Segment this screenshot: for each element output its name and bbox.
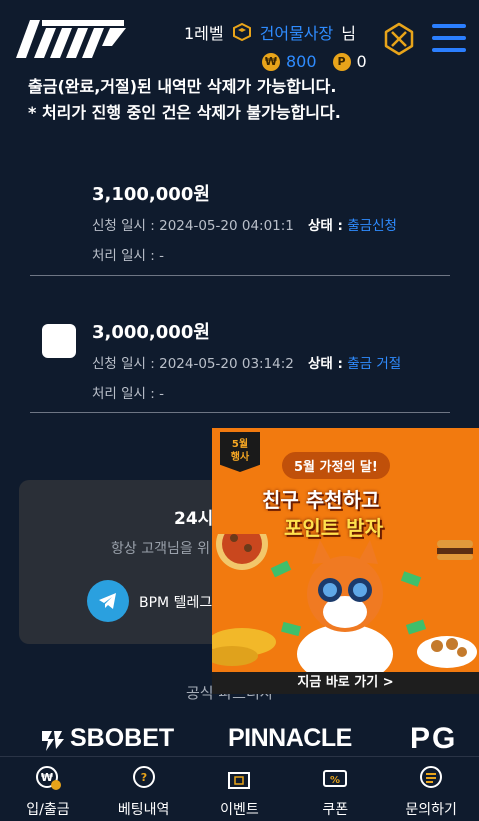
entry-amount: 3,000,000원 [92,322,210,343]
support-subtitle: 항상 고객님을 위 [111,541,211,557]
entry-status: 상태 : 출금 거절 [308,352,401,372]
svg-text:₩: ₩ [41,771,53,784]
status-value: 출금 거절 [347,356,402,372]
promo-cta-button[interactable]: 지금 바로 가기 > [212,672,479,694]
nav-bet-history[interactable]: ? 베팅내역 [96,757,192,821]
promo-headline-1: 친구 추천하고 [262,488,380,512]
withdrawal-entry: 3,100,000원 신청 일시 : 2024-05-20 04:01:1 상태… [30,168,450,278]
status-label: 상태 : [308,218,343,234]
status-value: 출금신청 [347,218,397,234]
nav-event[interactable]: 이벤트 [192,757,288,821]
money-coin-icon: ₩ [262,52,280,71]
notice-line-2: * 처리가 진행 중인 건은 삭제가 불가능합니다. [28,103,341,122]
promo-badge: 5월 행사 [220,432,260,472]
delete-checkbox[interactable] [42,324,76,358]
svg-text:?: ? [140,771,146,784]
entry-amount: 3,100,000원 [92,184,210,205]
pg-logo: PG [410,722,458,755]
wallet-icon: ₩ [35,766,61,790]
user-nickname[interactable]: 건어물사장 [260,20,334,44]
nav-inquiry[interactable]: 문의하기 [383,757,479,821]
sbobet-logo: SBOBET [38,724,174,753]
sbobet-emblem-icon [42,730,64,751]
promo-popup[interactable]: 5월 행사 5월 가정의 달! 친구 추천하고 포인트 받자 지금 바로 가기 … [212,428,479,694]
bottom-nav: ₩ 입/출금 ? 베팅내역 이벤트 % 쿠폰 문의하기 [0,756,479,821]
nav-deposit-withdraw[interactable]: ₩ 입/출금 [0,757,96,821]
money-balance: 800 [286,52,317,71]
svg-text:%: % [330,775,340,786]
sbobet-text: SBOBET [70,724,175,752]
entry-process-time: 처리 일시 : - [92,386,164,402]
telegram-icon[interactable] [87,580,129,622]
status-label: 상태 : [308,356,343,372]
entry-process-time: 처리 일시 : - [92,248,164,264]
support-title: 24시 [174,509,214,529]
nav-label: 문의하기 [405,802,457,818]
entry-request-time: 신청 일시 : 2024-05-20 04:01:1 [92,218,294,234]
header: 1레벨 건어물사장 님 ₩ 800 P 0 [0,0,479,78]
entry-status: 상태 : 출금신청 [308,214,397,234]
telegram-link[interactable]: BPM 텔레그 [139,592,212,612]
chat-icon [420,766,443,788]
withdrawal-entry: 3,000,000원 신청 일시 : 2024-05-20 03:14:2 상태… [30,306,450,416]
user-honorific: 님 [341,24,356,43]
nav-coupon[interactable]: % 쿠폰 [287,757,383,821]
point-coin-icon: P [332,52,351,71]
user-level: 1레벨 [184,24,224,43]
entry-request-time: 신청 일시 : 2024-05-20 03:14:2 [92,356,294,372]
bet-history-icon: ? [132,766,155,788]
promo-illustration [212,534,477,674]
hamburger-menu-icon[interactable] [432,24,466,52]
entry-divider [30,275,450,276]
nav-label: 베팅내역 [117,802,170,818]
promo-tag: 5월 가정의 달! [282,452,390,479]
balance-info: ₩ 800 P 0 [262,52,367,71]
site-logo[interactable] [16,16,126,62]
level-cube-icon [232,22,251,42]
nav-label: 입/출금 [26,802,70,818]
user-info: 1레벨 건어물사장 님 [184,20,356,44]
coupon-icon: % [323,770,348,787]
nav-label: 이벤트 [220,802,259,818]
event-x-icon[interactable] [384,22,414,56]
delete-notice: 출금(완료,거절)된 내역만 삭제가 가능합니다. * 처리가 진행 중인 건은… [28,74,341,126]
nav-label: 쿠폰 [322,802,349,818]
gift-icon [228,772,251,789]
point-balance: 0 [356,52,367,71]
entry-divider [30,412,450,413]
pinnacle-logo: PINNACLE [228,724,352,752]
